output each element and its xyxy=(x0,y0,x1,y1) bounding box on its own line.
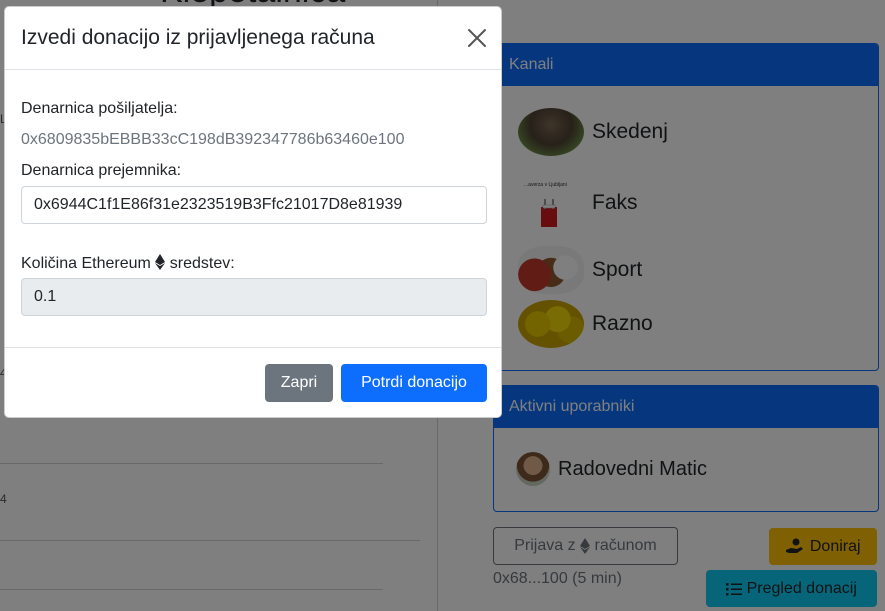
close-button[interactable]: Zapri xyxy=(265,364,333,402)
sender-label: Denarnica pošiljatelja: xyxy=(21,100,178,117)
confirm-donation-button[interactable]: Potrdi donacijo xyxy=(341,364,487,402)
amount-label-prefix: Količina Ethereum xyxy=(21,255,151,272)
amount-label: Količina Ethereum sredstev: xyxy=(21,254,235,273)
sender-address: 0x6809835bEBBB33cC198dB392347786b63460e1… xyxy=(21,131,405,148)
modal-title: Izvedi donacijo iz prijavljenega računa xyxy=(21,26,375,49)
close-icon[interactable] xyxy=(465,26,489,50)
ethereum-icon xyxy=(155,254,166,270)
recipient-label: Denarnica prejemnika: xyxy=(21,162,182,179)
donation-modal: Izvedi donacijo iz prijavljenega računa … xyxy=(4,6,502,418)
amount-value: 0.1 xyxy=(34,288,57,305)
modal-footer: Zapri Potrdi donacijo xyxy=(5,347,501,417)
modal-header: Izvedi donacijo iz prijavljenega računa xyxy=(5,7,501,70)
recipient-value: 0x6944C1f1E86f31e2323519B3Ffc21017D8e819… xyxy=(34,196,403,213)
page: Klepetalnica L 4 4 Kanali Skedenj ...ave… xyxy=(0,0,885,611)
amount-input: 0.1 xyxy=(21,278,487,316)
recipient-input[interactable]: 0x6944C1f1E86f31e2323519B3Ffc21017D8e819… xyxy=(21,186,487,224)
amount-label-suffix: sredstev: xyxy=(169,255,235,272)
